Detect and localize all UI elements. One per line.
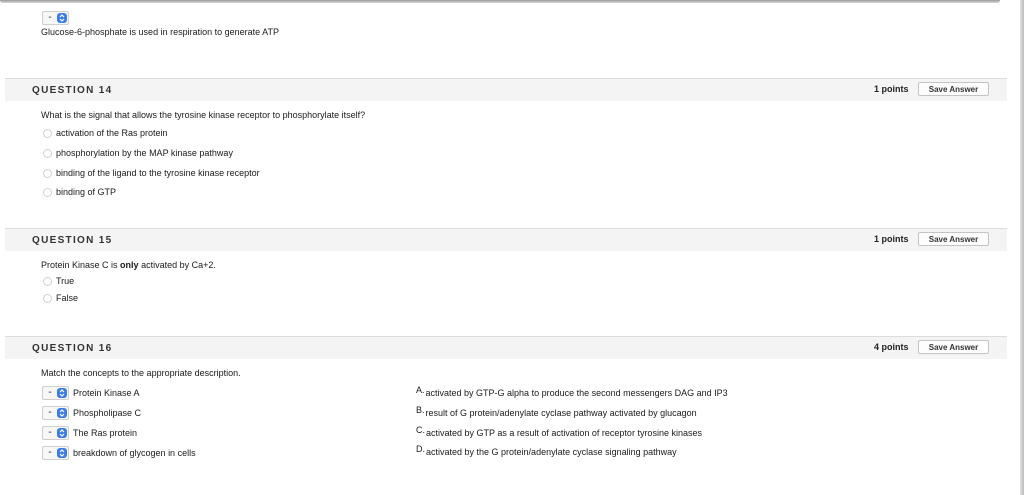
radio-button[interactable]	[43, 293, 52, 303]
radio-button[interactable]	[43, 148, 52, 158]
match-item-label: Glucose-6-phosphate is used in respirati…	[41, 27, 279, 37]
match-item-label: The Ras protein	[73, 428, 138, 438]
answer-description: C.activated by GTP as a result of activa…	[416, 425, 702, 438]
answer-select[interactable]: -	[42, 11, 69, 25]
answer-option[interactable]: binding of the ligand to the tyrosine ki…	[43, 168, 260, 178]
window-shadow	[0, 0, 1000, 3]
radio-button[interactable]	[43, 168, 52, 178]
prompt-text: activated by Ca+2.	[138, 260, 216, 270]
points-label: 1 points	[874, 234, 909, 244]
match-item-label: Protein Kinase A	[73, 388, 140, 398]
select-value: -	[48, 12, 52, 23]
prompt-text: Protein Kinase C is	[41, 260, 121, 270]
match-row: - breakdown of glycogen in cells	[42, 446, 196, 460]
select-value: -	[48, 447, 52, 458]
match-row: - Protein Kinase A	[42, 386, 140, 400]
match-item-label: Phospholipase C	[73, 408, 142, 418]
question-prompt: Match the concepts to the appropriate de…	[41, 368, 241, 378]
prompt-emphasis: only	[120, 260, 139, 270]
answer-option[interactable]: phosphorylation by the MAP kinase pathwa…	[43, 148, 233, 158]
points-label: 4 points	[874, 342, 909, 352]
radio-button[interactable]	[43, 276, 52, 286]
question-prompt: What is the signal that allows the tyros…	[41, 110, 366, 120]
answer-option[interactable]: True	[43, 276, 74, 286]
answer-text: result of G protein/adenylate cyclase pa…	[425, 408, 697, 418]
option-label: True	[56, 276, 75, 286]
points-label: 1 points	[874, 84, 909, 94]
answer-option[interactable]: binding of GTP	[43, 187, 116, 197]
option-label: False	[56, 293, 79, 303]
save-answer-button[interactable]: Save Answer	[918, 340, 989, 354]
question-prompt: Protein Kinase C is only activated by Ca…	[41, 260, 216, 270]
answer-select[interactable]: -	[42, 446, 69, 460]
answer-description: A.activated by GTP-G alpha to produce th…	[416, 385, 728, 398]
match-item-label: breakdown of glycogen in cells	[73, 448, 196, 458]
radio-button[interactable]	[43, 128, 52, 138]
match-row: - Phospholipase C	[42, 406, 141, 420]
save-answer-button[interactable]: Save Answer	[918, 82, 989, 96]
select-value: -	[48, 427, 52, 438]
select-value: -	[48, 387, 52, 398]
answer-description: D.activated by the G protein/adenylate c…	[416, 444, 677, 457]
radio-button[interactable]	[43, 187, 52, 197]
answer-letter: B.	[416, 405, 425, 415]
chevron-updown-icon	[57, 408, 67, 418]
answer-letter: D.	[416, 444, 425, 454]
answer-letter: C.	[416, 425, 425, 435]
save-answer-button[interactable]: Save Answer	[918, 232, 989, 246]
option-label: phosphorylation by the MAP kinase pathwa…	[56, 148, 233, 158]
answer-description: B.result of G protein/adenylate cyclase …	[416, 405, 697, 418]
option-label: binding of GTP	[56, 187, 117, 197]
option-label: activation of the Ras protein	[56, 128, 168, 138]
question-header: QUESTION 14 1 points Save Answer	[5, 78, 1007, 101]
chevron-updown-icon	[57, 13, 67, 23]
answer-text: activated by GTP-G alpha to produce the …	[425, 388, 728, 398]
question-title: QUESTION 14	[32, 85, 113, 96]
question-title: QUESTION 16	[32, 343, 113, 354]
answer-text: activated by the G protein/adenylate cyc…	[426, 447, 677, 457]
answer-letter: A.	[416, 385, 425, 395]
question-header: QUESTION 16 4 points Save Answer	[5, 336, 1007, 359]
answer-select[interactable]: -	[42, 406, 69, 420]
select-value: -	[48, 407, 52, 418]
answer-option[interactable]: False	[43, 293, 78, 303]
chevron-updown-icon	[57, 388, 67, 398]
answer-option[interactable]: activation of the Ras protein	[43, 128, 168, 138]
answer-select[interactable]: -	[42, 426, 69, 440]
answer-select[interactable]: -	[42, 386, 69, 400]
chevron-updown-icon	[57, 448, 67, 458]
question-header: QUESTION 15 1 points Save Answer	[5, 228, 1007, 251]
option-label: binding of the ligand to the tyrosine ki…	[56, 168, 260, 178]
chevron-updown-icon	[57, 428, 67, 438]
question-title: QUESTION 15	[32, 235, 113, 246]
match-row: - The Ras protein	[42, 426, 137, 440]
scrollbar[interactable]	[1020, 0, 1024, 495]
answer-text: activated by GTP as a result of activati…	[426, 428, 702, 438]
